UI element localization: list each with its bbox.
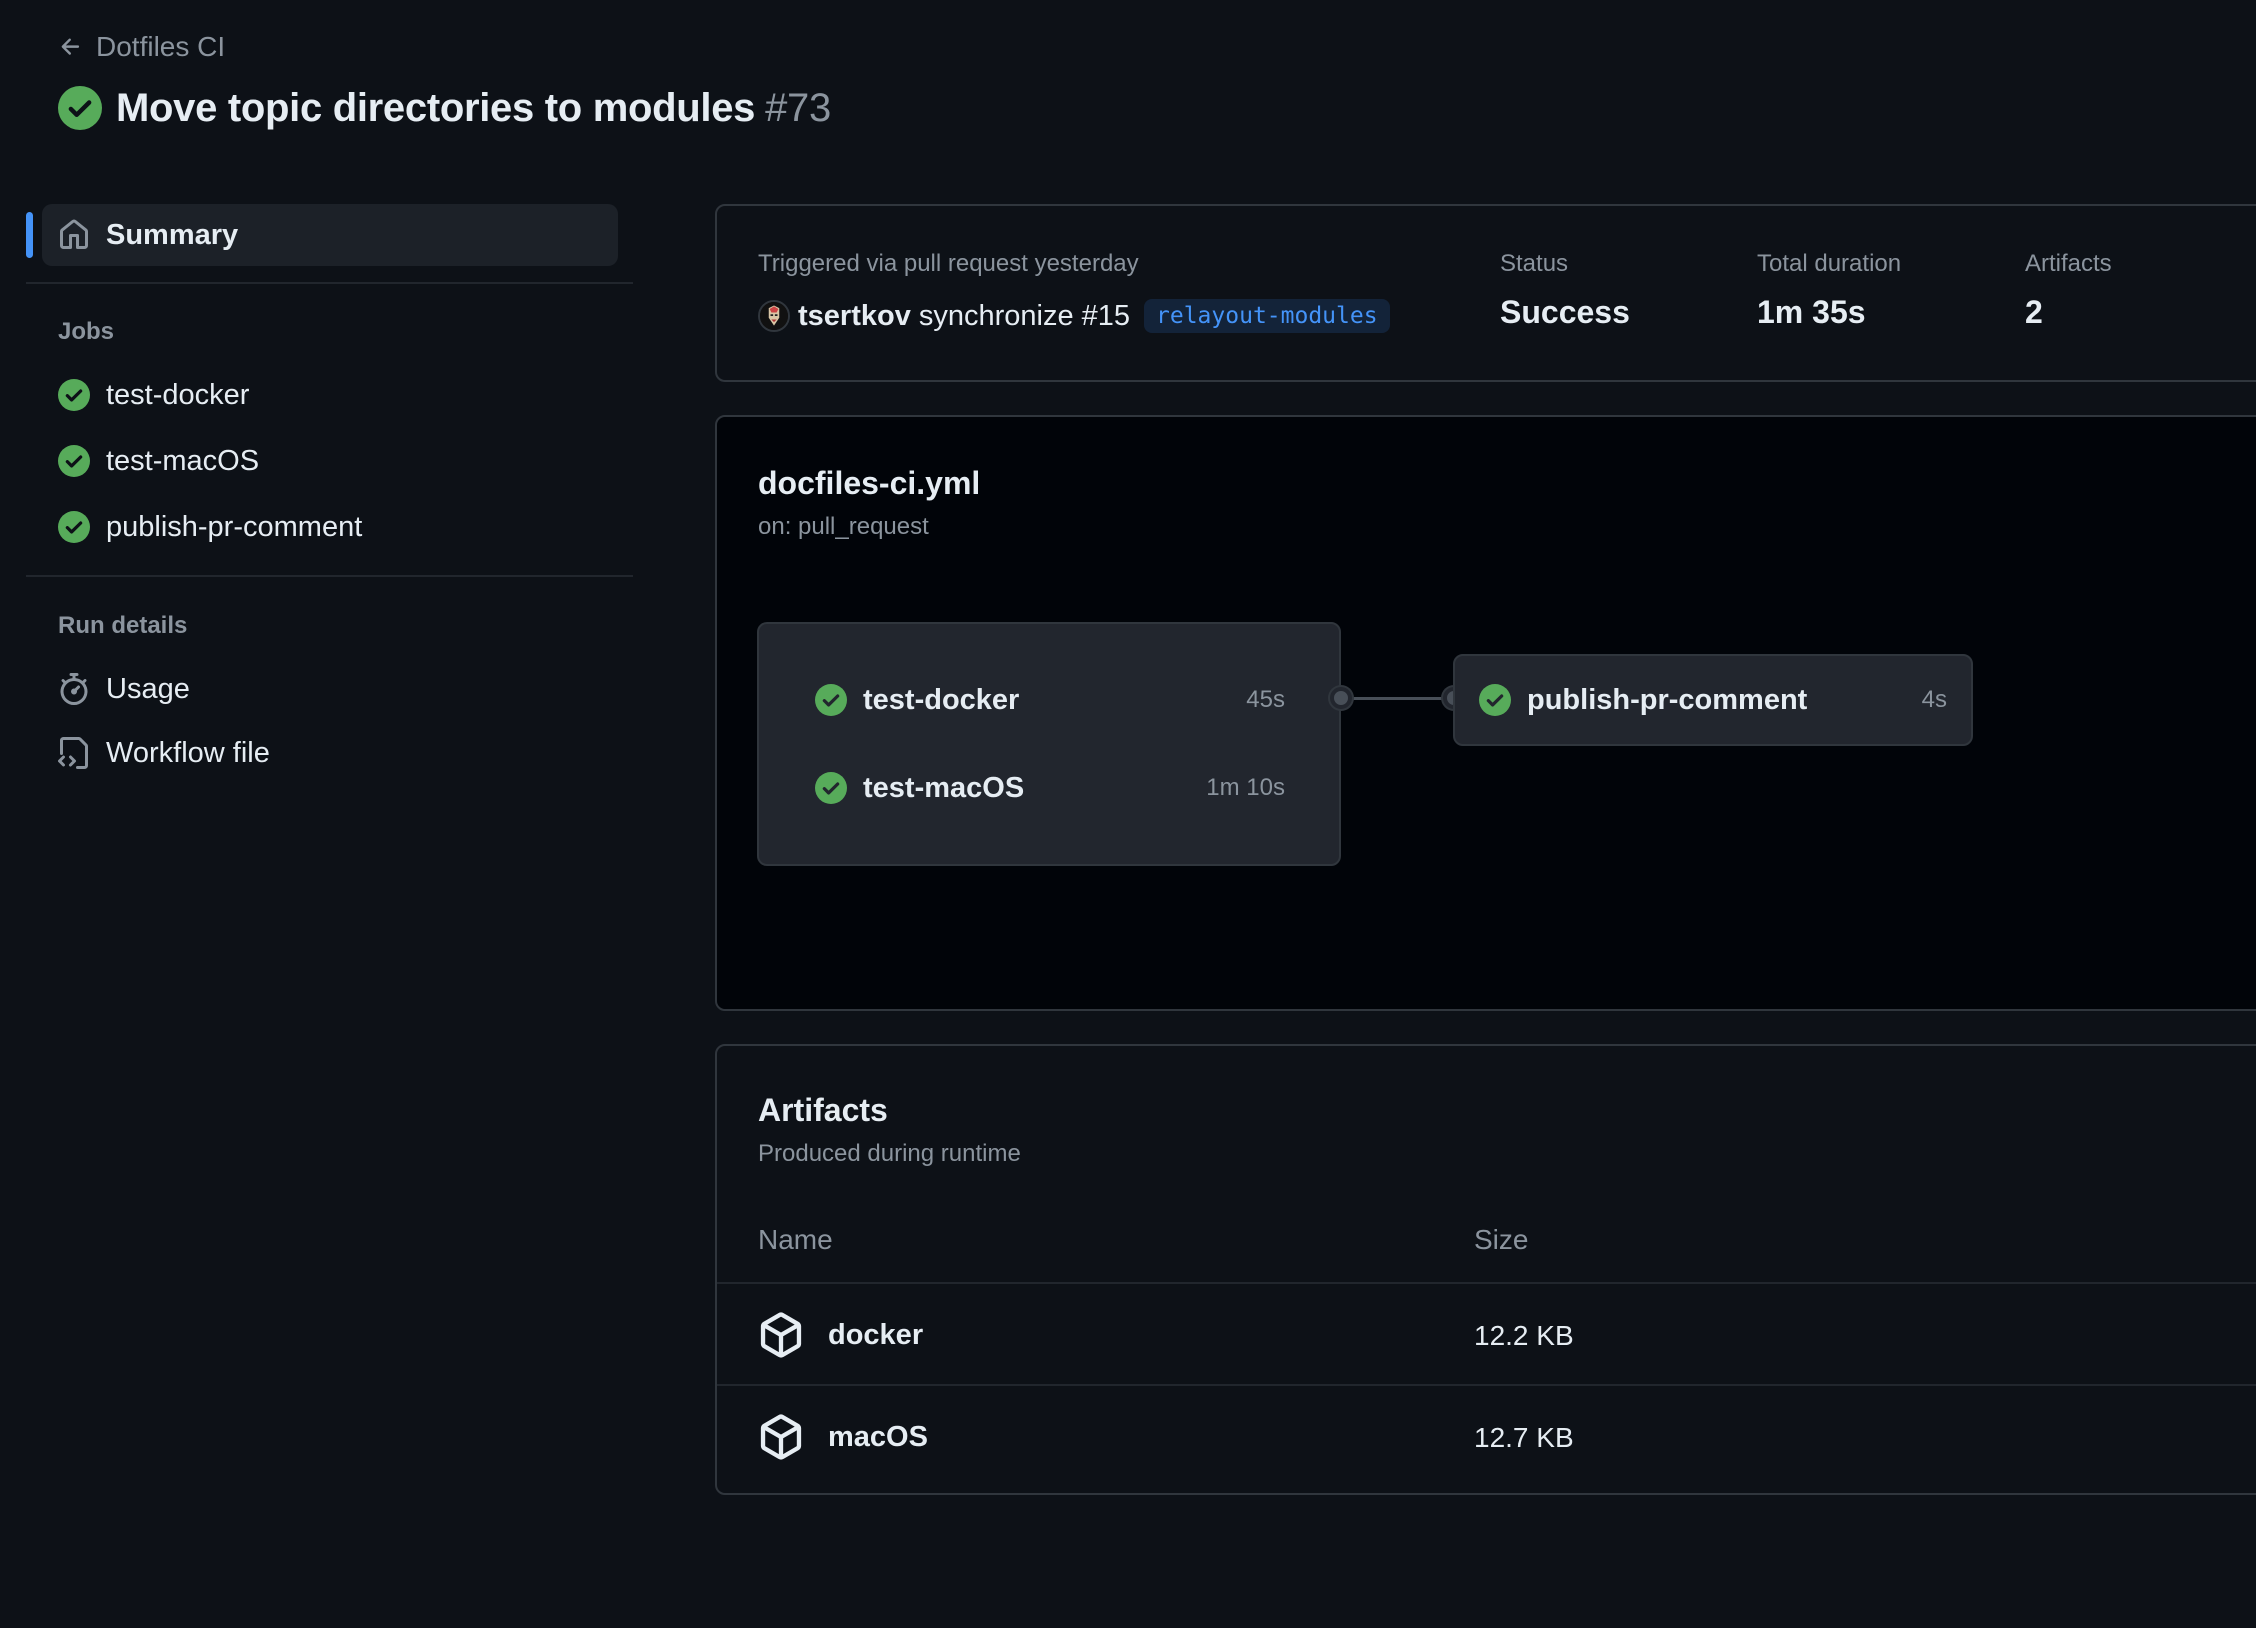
- sidebar-item-usage[interactable]: Usage: [42, 663, 618, 715]
- package-icon: [760, 1414, 802, 1460]
- job-label: test-macOS: [106, 444, 260, 477]
- avatar[interactable]: [758, 300, 790, 332]
- check-circle-icon: [58, 511, 90, 543]
- sidebar-job-test-docker[interactable]: test-docker: [42, 369, 618, 421]
- check-circle-icon: [58, 379, 90, 411]
- connector-node-out: [1330, 687, 1352, 709]
- job-group: test-docker 45s test-macOS 1m 10s: [757, 622, 1341, 866]
- job-name: test-docker: [863, 683, 1020, 716]
- artifact-size: 12.2 KB: [1474, 1320, 1574, 1351]
- trigger-action[interactable]: synchronize #15: [919, 300, 1130, 333]
- workflow-file-label: Workflow file: [106, 736, 270, 769]
- run-title: Move topic directories to modules: [116, 85, 756, 130]
- job-label: publish-pr-comment: [106, 510, 363, 543]
- workflow-file-name[interactable]: docfiles-ci.yml: [758, 465, 980, 502]
- duration-stat: Total duration 1m 35s: [1757, 250, 1901, 331]
- column-size: Size: [1474, 1224, 1529, 1255]
- status-label: Status: [1500, 250, 1569, 277]
- column-name: Name: [758, 1224, 833, 1255]
- artifact-name: docker: [828, 1318, 924, 1351]
- artifacts-table-header: Name Size: [717, 1204, 2256, 1284]
- artifact-link-macos[interactable]: macOS: [758, 1414, 928, 1460]
- back-link-label: Dotfiles CI: [96, 31, 226, 62]
- sidebar-item-summary[interactable]: Summary: [42, 204, 618, 266]
- artifacts-title: Artifacts: [758, 1092, 888, 1128]
- status-value: Success: [1500, 294, 1630, 330]
- jobs-heading: Jobs: [58, 318, 115, 345]
- sidebar-divider: [26, 282, 633, 284]
- duration-value[interactable]: 1m 35s: [1757, 294, 1901, 331]
- page-title: Move topic directories to modules #73: [58, 82, 831, 134]
- actor-link[interactable]: tsertkov: [798, 300, 911, 333]
- artifacts-count[interactable]: 2: [2025, 294, 2112, 331]
- status-stat: Status Success: [1500, 250, 1630, 331]
- home-icon: [60, 219, 88, 249]
- sidebar-item-workflow-file[interactable]: Workflow file: [42, 727, 618, 779]
- check-circle-icon: [815, 684, 847, 716]
- job-name: publish-pr-comment: [1527, 683, 1808, 716]
- artifact-link-docker[interactable]: docker: [758, 1312, 923, 1358]
- arrow-left-icon: [61, 38, 80, 55]
- check-circle-icon: [58, 86, 102, 130]
- run-details-heading: Run details: [58, 612, 188, 639]
- usage-label: Usage: [106, 672, 190, 705]
- job-duration: 4s: [1921, 686, 1947, 713]
- job-duration: 45s: [1246, 686, 1285, 713]
- graph-job-test-macos[interactable]: test-macOS 1m 10s: [815, 766, 1285, 810]
- sidebar-summary-label: Summary: [106, 218, 239, 251]
- artifact-name: macOS: [828, 1420, 928, 1453]
- sidebar-job-test-macos[interactable]: test-macOS: [42, 435, 618, 487]
- branch-label[interactable]: relayout-modules: [1144, 299, 1390, 333]
- check-circle-icon: [58, 445, 90, 477]
- job-duration: 1m 10s: [1206, 774, 1285, 801]
- package-icon: [760, 1312, 802, 1358]
- artifact-row: docker 12.2 KB: [717, 1284, 2256, 1386]
- graph-job-test-docker[interactable]: test-docker 45s: [815, 678, 1285, 722]
- file-code-icon: [58, 737, 88, 769]
- run-number: #73: [765, 85, 831, 130]
- artifacts-stat: Artifacts 2: [2025, 250, 2112, 331]
- artifacts-label: Artifacts: [2025, 250, 2112, 277]
- trigger-details: tsertkov synchronize #15 relayout-module…: [758, 296, 1390, 336]
- job-label: test-docker: [106, 378, 250, 411]
- artifact-size: 12.7 KB: [1474, 1422, 1574, 1453]
- check-circle-icon: [1479, 684, 1511, 716]
- workflow-graph-card: docfiles-ci.yml on: pull_request test-do…: [715, 415, 2256, 1011]
- graph-job-publish-pr-comment[interactable]: publish-pr-comment 4s: [1479, 678, 1947, 722]
- graph-job-publish-pr-comment-box: publish-pr-comment 4s: [1453, 654, 1973, 746]
- back-to-workflow-link[interactable]: Dotfiles CI: [58, 28, 225, 66]
- trigger-text: Triggered via pull request yesterday: [758, 250, 1139, 277]
- artifacts-card: Artifacts Produced during runtime Name S…: [715, 1044, 2256, 1495]
- artifact-row: macOS 12.7 KB: [717, 1386, 2256, 1488]
- stopwatch-icon: [60, 673, 88, 705]
- artifacts-subtitle: Produced during runtime: [758, 1140, 1021, 1167]
- avatar-image: [760, 302, 788, 330]
- run-summary-card: Triggered via pull request yesterday tse…: [715, 204, 2256, 382]
- check-circle-icon: [815, 772, 847, 804]
- job-dependency-connector: [1351, 697, 1449, 700]
- sidebar-divider: [26, 575, 633, 577]
- sidebar-job-publish-pr-comment[interactable]: publish-pr-comment: [42, 501, 618, 553]
- job-name: test-macOS: [863, 771, 1025, 804]
- active-indicator: [26, 212, 33, 258]
- duration-label: Total duration: [1757, 250, 1902, 277]
- workflow-trigger: on: pull_request: [758, 513, 929, 540]
